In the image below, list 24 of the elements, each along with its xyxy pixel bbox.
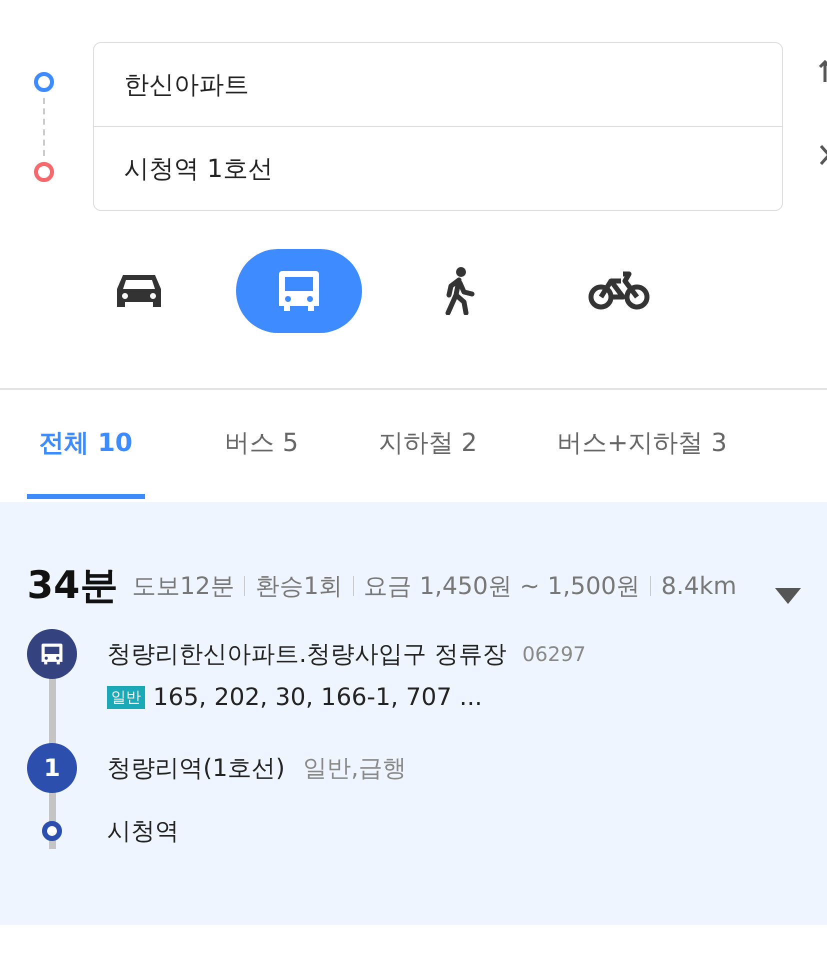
route-detail: 도보12분 — [132, 570, 234, 602]
route-detail: 요금 1,450원 ~ 1,500원 — [364, 570, 640, 602]
origin-field[interactable]: 한신아파트 — [94, 43, 782, 126]
bus-lines: 165, 202, 30, 166-1, 707 ... — [153, 683, 482, 711]
caret-icon[interactable] — [775, 588, 801, 604]
station-name: 시청역 — [107, 816, 179, 847]
station-name: 청량리역(1호선) — [107, 753, 285, 784]
route-detail: 환승1회 — [255, 570, 343, 602]
destination-field[interactable]: 시청역 1호선 — [94, 126, 782, 210]
bicycle-icon — [588, 271, 650, 311]
bus-icon — [40, 642, 64, 666]
tab[interactable]: 지하철 2 — [378, 390, 478, 499]
train-type: 일반,급행 — [303, 753, 407, 784]
destination-dot — [34, 162, 54, 182]
route-card[interactable]: 34분 도보12분 환승1회 요금 1,450원 ~ 1,500원 8.4km 청량리한신아파트.청량사입구 정류장 06297 일반 165, 202, 30, 166-1, 707 ... 1 청량리역(1호선) 일반,급행 시청역 — [0, 502, 827, 925]
route-detail: 8.4km — [661, 572, 737, 600]
stop-code: 06297 — [522, 642, 586, 666]
tab[interactable]: 버스+지하철 3 — [557, 390, 728, 499]
stop-name: 청량리한신아파트.청량사입구 정류장 — [107, 639, 506, 670]
end-point-dot — [42, 821, 62, 841]
bus-type-tag: 일반 — [107, 686, 145, 708]
duration: 34분 — [27, 562, 118, 609]
origin-dot — [34, 72, 54, 92]
tab[interactable]: 버스 5 — [224, 390, 298, 499]
